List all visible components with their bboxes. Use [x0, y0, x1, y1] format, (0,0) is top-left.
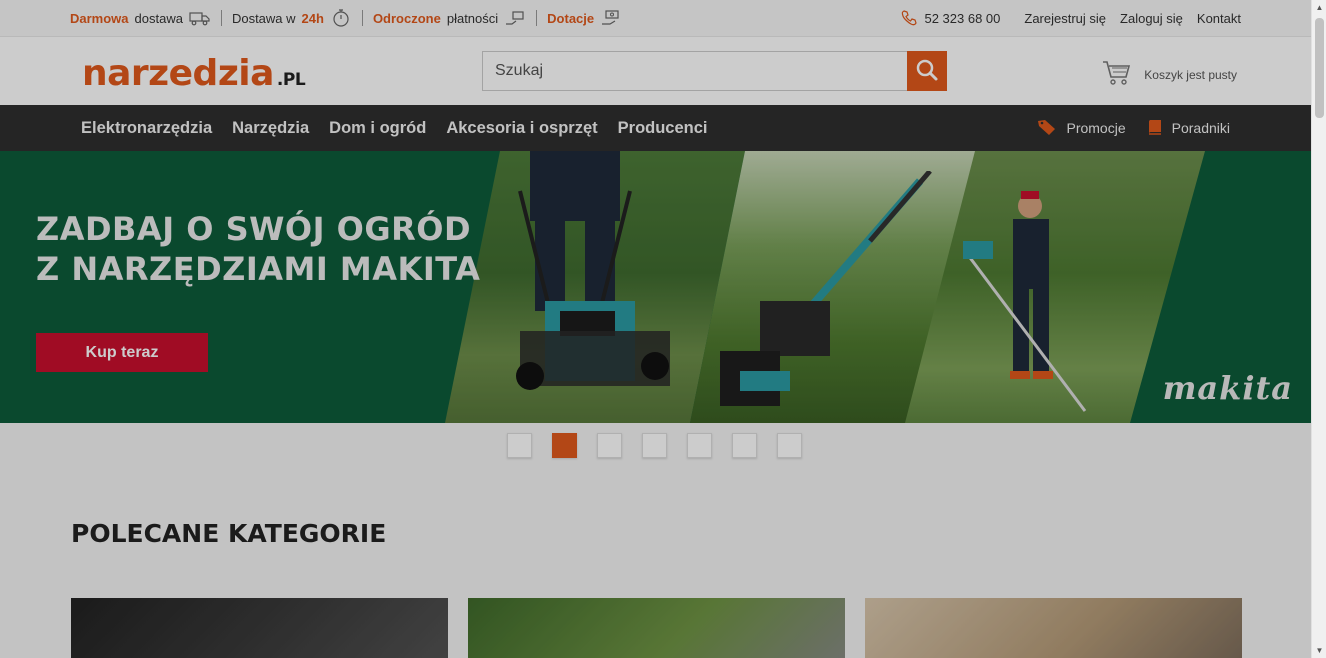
- banner-headline-line1: ZADBAJ O SWÓJ OGRÓD: [36, 210, 472, 248]
- hand-card-icon: [504, 10, 526, 26]
- nav-item-manufacturers[interactable]: Producenci: [618, 119, 708, 138]
- carousel-indicators: [507, 433, 802, 458]
- separator: [536, 10, 538, 26]
- promotions-label: Promocje: [1066, 120, 1126, 136]
- stopwatch-icon: [330, 9, 352, 27]
- carousel-dot-1[interactable]: [507, 433, 532, 458]
- main-navigation: Elektronarzędzia Narzędzia Dom i ogród A…: [0, 105, 1311, 151]
- cart-widget[interactable]: Koszyk jest pusty: [1102, 59, 1237, 90]
- buy-now-button[interactable]: Kup teraz: [36, 333, 208, 372]
- category-card[interactable]: [71, 598, 448, 658]
- category-menu: Elektronarzędzia Narzędzia Dom i ogród A…: [81, 105, 708, 151]
- page: Darmowa dostawa Dostawa w 24h Odroczone …: [0, 0, 1311, 658]
- carousel-dot-3[interactable]: [597, 433, 622, 458]
- featured-categories-list: [71, 598, 1242, 658]
- lawn-mower-illustration: [516, 151, 670, 390]
- phone-number: 52 323 68 00: [924, 10, 1001, 26]
- guides-label: Poradniki: [1171, 120, 1230, 136]
- deferred-payments-info[interactable]: Odroczone płatności: [373, 10, 526, 26]
- banner-headline: ZADBAJ O SWÓJ OGRÓD Z NARZĘDZIAMI MAKITA: [36, 209, 480, 289]
- nav-item-tools[interactable]: Narzędzia: [232, 119, 309, 138]
- carousel-dot-2[interactable]: [552, 433, 577, 458]
- carousel-dot-5[interactable]: [687, 433, 712, 458]
- featured-categories-title: POLECANE KATEGORIE: [71, 519, 387, 548]
- scrollbar-thumb[interactable]: [1315, 18, 1324, 118]
- deferred-text: płatności: [446, 10, 499, 26]
- separator: [220, 10, 222, 26]
- scroll-down-arrow-icon[interactable]: ▼: [1312, 643, 1326, 658]
- search-input[interactable]: [482, 51, 907, 91]
- nav-item-power-tools[interactable]: Elektronarzędzia: [81, 119, 212, 138]
- login-link[interactable]: Zaloguj się: [1120, 11, 1183, 26]
- carousel-dot-4[interactable]: [642, 433, 667, 458]
- delivery-time-info[interactable]: Dostawa w 24h: [231, 9, 352, 27]
- carousel-dot-6[interactable]: [732, 433, 757, 458]
- search-bar: [482, 51, 947, 91]
- delivery-time-prefix: Dostawa w: [231, 10, 296, 26]
- carousel-dot-7[interactable]: [777, 433, 802, 458]
- category-card[interactable]: [468, 598, 845, 658]
- tag-icon: [1036, 118, 1058, 139]
- logo-main: narzedzia: [82, 53, 274, 94]
- top-info-bar: Darmowa dostawa Dostawa w 24h Odroczone …: [0, 0, 1311, 36]
- free-delivery-info[interactable]: Darmowa dostawa: [70, 10, 211, 26]
- free-delivery-highlight: Darmowa: [70, 10, 129, 26]
- book-icon: [1146, 118, 1164, 139]
- scroll-up-arrow-icon[interactable]: ▲: [1312, 0, 1326, 15]
- banner-headline-line2: Z NARZĘDZIAMI MAKITA: [36, 250, 481, 288]
- page-scrollbar[interactable]: ▲ ▼: [1311, 0, 1326, 658]
- register-link[interactable]: Zarejestruj się: [1024, 11, 1106, 26]
- grass-trimmer-illustration: [963, 191, 1087, 412]
- delivery-time-value: 24h: [301, 10, 324, 26]
- benefits-list: Darmowa dostawa Dostawa w 24h Odroczone …: [70, 0, 622, 36]
- grants-highlight: Dotacje: [547, 10, 595, 26]
- site-header: narzedzia .PL Koszyk jest pusty: [0, 36, 1311, 105]
- nav-extras: Promocje Poradniki: [1036, 105, 1230, 151]
- phone-contact[interactable]: 52 323 68 00: [898, 10, 1000, 26]
- contact-link[interactable]: Kontakt: [1197, 11, 1241, 26]
- truck-icon: [189, 10, 211, 26]
- grants-info[interactable]: Dotacje: [547, 10, 622, 26]
- search-button[interactable]: [907, 51, 947, 91]
- separator: [361, 10, 363, 26]
- free-delivery-text: dostawa: [134, 10, 183, 26]
- deferred-highlight: Odroczone: [372, 10, 441, 26]
- cart-icon: [1102, 59, 1132, 90]
- hedge-trimmer-illustration: [720, 171, 932, 406]
- nav-item-home-garden[interactable]: Dom i ogród: [329, 119, 426, 138]
- guides-link[interactable]: Poradniki: [1146, 118, 1230, 139]
- cart-status: Koszyk jest pusty: [1144, 67, 1237, 82]
- money-hand-icon: [600, 10, 622, 26]
- site-logo[interactable]: narzedzia .PL: [82, 53, 306, 94]
- nav-item-accessories[interactable]: Akcesoria i osprzęt: [446, 119, 597, 138]
- category-card[interactable]: [865, 598, 1242, 658]
- makita-logo: makita: [1162, 369, 1293, 407]
- logo-suffix: .PL: [276, 70, 306, 90]
- promotions-link[interactable]: Promocje: [1036, 118, 1126, 139]
- account-links: 52 323 68 00 Zarejestruj się Zaloguj się…: [898, 0, 1241, 36]
- search-icon: [915, 58, 939, 85]
- phone-icon: [898, 10, 920, 26]
- hero-banner[interactable]: ZADBAJ O SWÓJ OGRÓD Z NARZĘDZIAMI MAKITA…: [0, 151, 1311, 423]
